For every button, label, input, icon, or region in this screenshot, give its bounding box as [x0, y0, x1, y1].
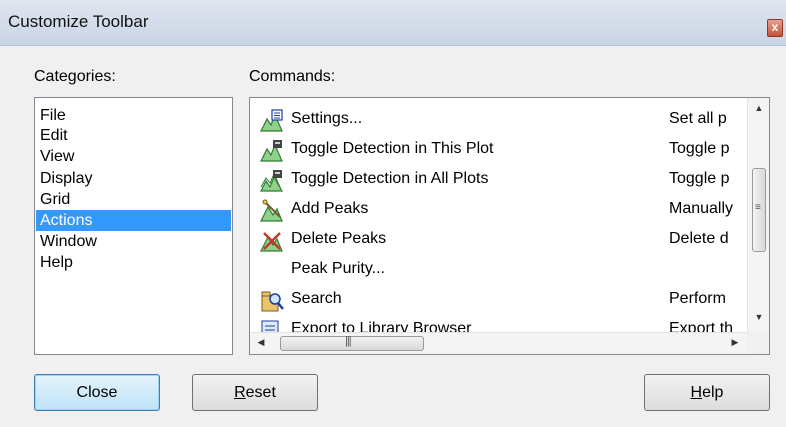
- command-description: Export th: [669, 320, 734, 332]
- commands-horizontal-scrollbar[interactable]: ◀ ||| ▶: [250, 332, 747, 354]
- scroll-left-arrow-icon[interactable]: ◀: [250, 337, 272, 348]
- command-name: Peak Purity...: [291, 260, 385, 277]
- category-item-help[interactable]: Help: [36, 252, 231, 273]
- category-item-display[interactable]: Display: [36, 168, 231, 189]
- command-row-export-library[interactable]: Export to Library Browser Export th: [250, 315, 747, 332]
- category-item-view[interactable]: View: [36, 146, 231, 167]
- help-button[interactable]: Help: [644, 374, 770, 411]
- vertical-scroll-thumb[interactable]: ≡: [752, 168, 766, 252]
- help-label: Help: [690, 384, 724, 401]
- add-peaks-icon: [260, 199, 283, 222]
- command-name: Search: [291, 290, 342, 307]
- command-description: Delete d: [669, 230, 729, 247]
- commands-vertical-scrollbar[interactable]: ▲ ≡ ▼: [747, 98, 769, 332]
- window-title: Customize Toolbar: [8, 12, 149, 31]
- command-description: Toggle p: [669, 140, 730, 157]
- command-name: Toggle Detection in This Plot: [291, 140, 494, 157]
- scrollbar-corner: [747, 332, 769, 354]
- command-name: Toggle Detection in All Plots: [291, 170, 489, 187]
- scroll-up-arrow-icon[interactable]: ▲: [748, 103, 769, 113]
- scroll-down-arrow-icon[interactable]: ▼: [748, 312, 769, 322]
- category-item-edit[interactable]: Edit: [36, 125, 231, 146]
- reset-label: Reset: [234, 384, 276, 401]
- close-button[interactable]: Close: [34, 374, 160, 411]
- command-row-toggle-detection-plot[interactable]: Toggle Detection in This Plot Toggle p: [250, 135, 747, 165]
- commands-rows: Settings... Set all p Toggle Detection i…: [250, 98, 747, 332]
- command-row-toggle-detection-all[interactable]: Toggle Detection in All Plots Toggle p: [250, 165, 747, 195]
- customize-toolbar-dialog: Customize Toolbar x Categories: Commands…: [0, 0, 786, 427]
- scroll-grip-icon: |||: [345, 335, 352, 347]
- commands-list[interactable]: Settings... Set all p Toggle Detection i…: [249, 97, 770, 355]
- horizontal-scroll-thumb[interactable]: |||: [280, 335, 424, 351]
- toggle-detection-plot-icon: [260, 140, 283, 162]
- command-name: Add Peaks: [291, 200, 369, 217]
- command-description: Set all p: [669, 110, 727, 127]
- category-item-window[interactable]: Window: [36, 231, 231, 252]
- command-description: Perform: [669, 290, 726, 307]
- command-row-delete-peaks[interactable]: Delete Peaks Delete d: [250, 225, 747, 255]
- command-name: Delete Peaks: [291, 230, 387, 247]
- category-item-grid[interactable]: Grid: [36, 189, 231, 210]
- command-description: Toggle p: [669, 170, 730, 187]
- settings-icon: [260, 109, 283, 132]
- title-bar[interactable]: Customize Toolbar x: [0, 0, 786, 46]
- categories-label: Categories:: [34, 68, 116, 85]
- command-row-search[interactable]: Search Perform: [250, 285, 747, 315]
- category-item-actions[interactable]: Actions: [36, 210, 231, 231]
- scroll-grip-icon: ≡: [755, 202, 761, 213]
- close-window-icon[interactable]: x: [767, 19, 783, 37]
- command-row-peak-purity[interactable]: Peak Purity...: [250, 255, 747, 285]
- delete-peaks-icon: [260, 232, 283, 252]
- toggle-detection-all-icon: [260, 170, 284, 192]
- commands-label: Commands:: [249, 68, 336, 85]
- command-row-settings[interactable]: Settings... Set all p: [250, 105, 747, 135]
- scroll-right-arrow-icon[interactable]: ▶: [724, 337, 746, 348]
- category-item-file[interactable]: File: [36, 105, 231, 126]
- command-name: Export to Library Browser: [291, 320, 472, 332]
- export-library-icon: [261, 320, 279, 332]
- command-name: Settings...: [291, 110, 363, 127]
- categories-list[interactable]: File Edit View Display Grid Actions Wind…: [34, 97, 233, 355]
- reset-button[interactable]: Reset: [192, 374, 318, 411]
- search-icon: [261, 291, 284, 312]
- command-description: Manually: [669, 200, 734, 217]
- command-row-add-peaks[interactable]: Add Peaks Manually: [250, 195, 747, 225]
